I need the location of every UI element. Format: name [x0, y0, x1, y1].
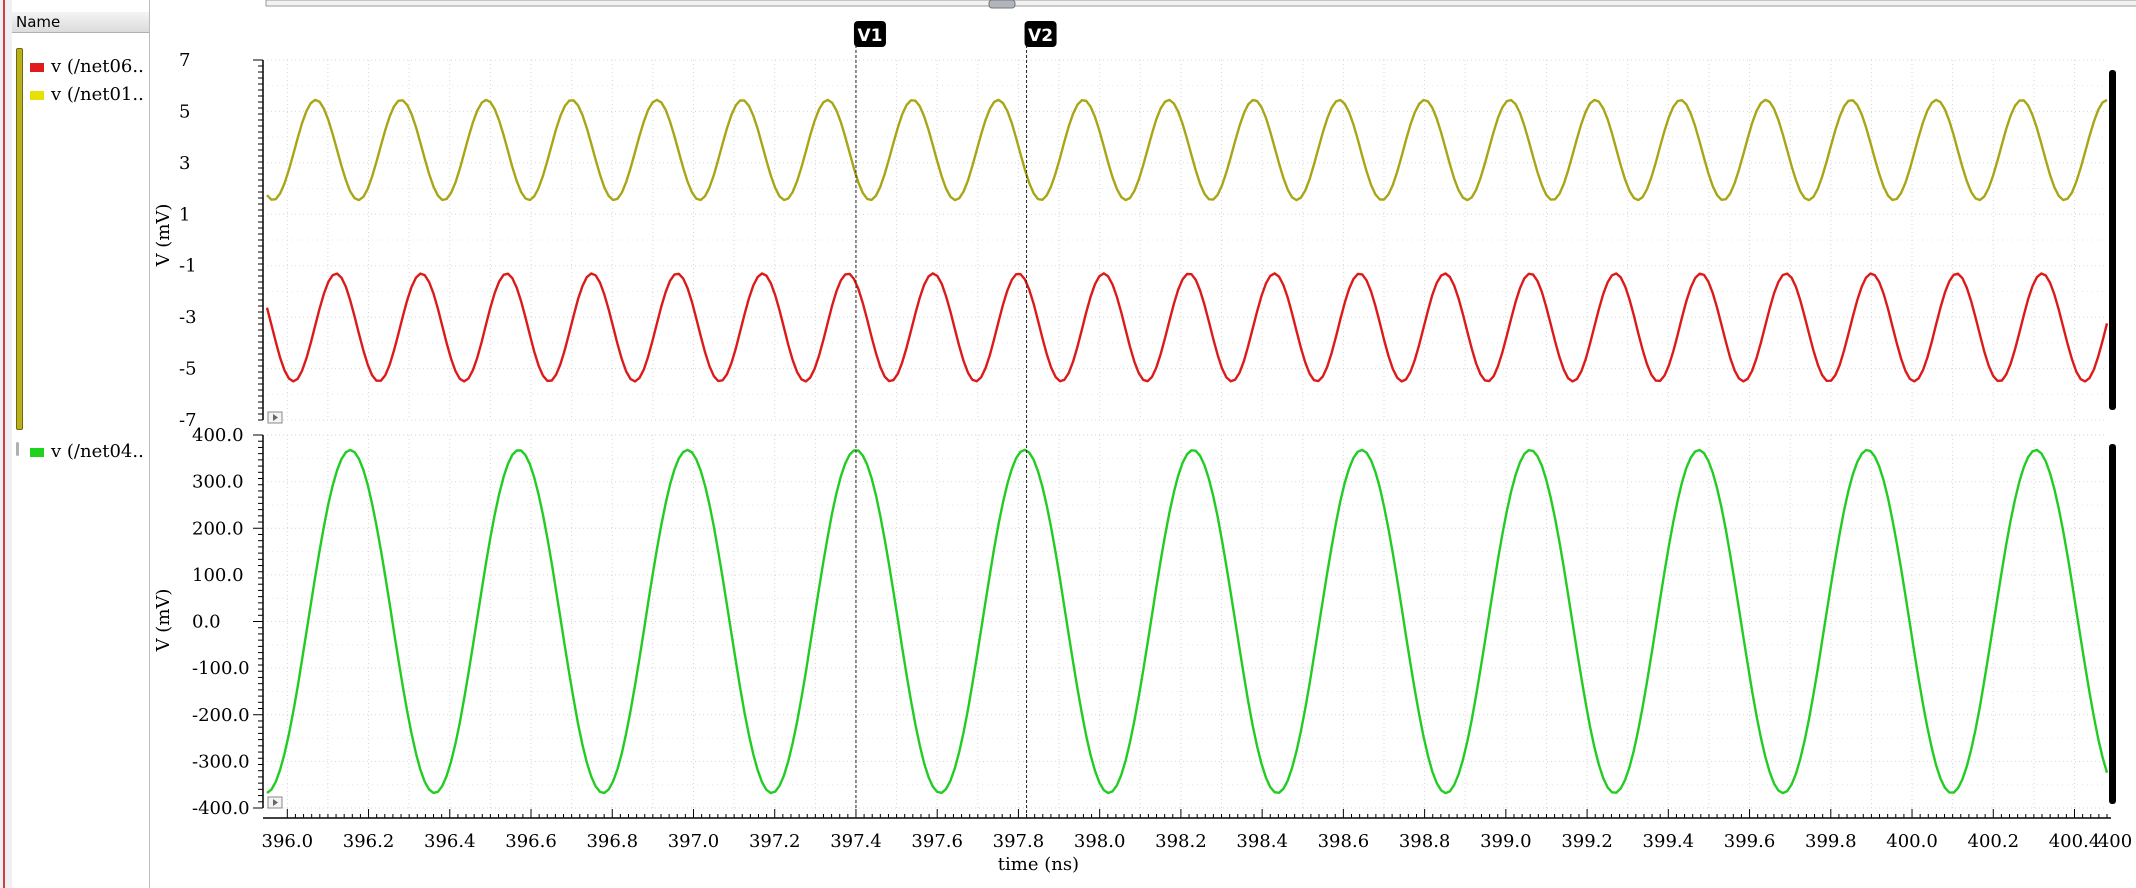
x-tick-label: 399.6 — [1724, 831, 1776, 852]
x-tick-label: 397.2 — [749, 831, 801, 852]
y-tick-label: -1 — [179, 256, 197, 277]
trace-group-bracket — [16, 48, 23, 430]
x-tick-label: 396.2 — [343, 831, 395, 852]
red-color-swatch-icon — [30, 62, 44, 72]
yellow-color-swatch-icon — [30, 90, 44, 100]
y-tick-label: 5 — [179, 101, 190, 122]
x-tick-label: 396.8 — [586, 831, 638, 852]
x-tick-label: 399.2 — [1561, 831, 1613, 852]
lower-plot-panel[interactable]: 400.0 300.0 200.0 100.0 0.0 -100.0 -200.0 -300.… — [153, 425, 2109, 819]
y-tick-label: 100.0 — [192, 565, 244, 586]
overview-strip[interactable] — [265, 0, 2136, 9]
x-tick-label: 397.8 — [993, 831, 1045, 852]
trace-group-bracket — [16, 442, 19, 456]
y-tick-label: -300.0 — [192, 751, 250, 772]
y-tick-label: -3 — [179, 307, 197, 328]
y-tick-label: 7 — [179, 50, 190, 71]
upper-plot-panel[interactable]: 7531-1-3-5-7V (mV) — [153, 50, 2109, 431]
x-tick-label: 398.4 — [1236, 831, 1288, 852]
x-axis-title: time (ns) — [998, 854, 1079, 875]
x-tick-label: 396.4 — [424, 831, 476, 852]
x-tick-label: 398.0 — [1074, 831, 1126, 852]
x-tick-label: 398.2 — [1155, 831, 1207, 852]
y-tick-label: -200.0 — [192, 705, 250, 726]
y-axis-title: V (mV) — [153, 204, 174, 268]
lower-panel-scrollbar[interactable] — [2109, 444, 2116, 804]
x-tick-label: 400 — [2098, 831, 2132, 852]
expand-icon[interactable] — [267, 411, 283, 424]
expand-icon[interactable] — [267, 796, 283, 809]
y-tick-label: 0.0 — [192, 612, 221, 633]
x-tick-label: 398.8 — [1399, 831, 1451, 852]
trace-label: v (/net06.. — [51, 56, 144, 77]
x-tick-label: 396.6 — [505, 831, 557, 852]
green-color-swatch-icon — [30, 447, 44, 457]
y-tick-label: 400.0 — [192, 425, 244, 446]
x-tick-label: 397.4 — [830, 831, 882, 852]
x-tick-label: 397.0 — [668, 831, 720, 852]
y-tick-label: 200.0 — [192, 518, 244, 539]
marker-label: V1 — [857, 26, 882, 46]
y-tick-label: -5 — [179, 359, 197, 380]
trace-item-net01[interactable]: v (/net01.. — [30, 84, 144, 106]
y-axis-title: V (mV) — [153, 589, 174, 653]
y-tick-label: 300.0 — [192, 472, 244, 493]
upper-panel-scrollbar[interactable] — [2109, 70, 2116, 410]
waveform-chart[interactable]: 7531-1-3-5-7V (mV) 400.0300.0200.0100.00… — [149, 0, 2136, 888]
y-tick-label: -400.0 — [192, 798, 250, 819]
x-tick-label: 400.0 — [1886, 831, 1938, 852]
y-tick-label: 3 — [179, 153, 190, 174]
y-tick-label: -100.0 — [192, 658, 250, 679]
trace-name-panel: Name v (/net06.. v (/net01.. v (/net04.. — [12, 0, 150, 888]
x-tick-label: 400.2 — [1968, 831, 2020, 852]
x-tick-label: 399.4 — [1643, 831, 1695, 852]
x-tick-label: 396.0 — [262, 831, 314, 852]
name-column-header[interactable]: Name — [12, 12, 149, 33]
trace-label: v (/net04.. — [51, 441, 144, 462]
y-tick-label: 1 — [179, 204, 190, 225]
x-tick-label: 398.6 — [1318, 831, 1370, 852]
trace-item-net04[interactable]: v (/net04.. — [30, 441, 144, 463]
x-tick-label: 399.0 — [1480, 831, 1532, 852]
trace-label: v (/net01.. — [51, 84, 144, 105]
x-tick-label: 399.8 — [1805, 831, 1857, 852]
x-tick-label: 400.4 — [2049, 831, 2101, 852]
trace-item-net06[interactable]: v (/net06.. — [30, 56, 144, 78]
time-axis: 396.0 396.2 396.4 396.6 396.8 397.0 397.2 397.4… — [262, 809, 2132, 875]
x-tick-label: 397.6 — [911, 831, 963, 852]
marker-label: V2 — [1028, 26, 1053, 46]
